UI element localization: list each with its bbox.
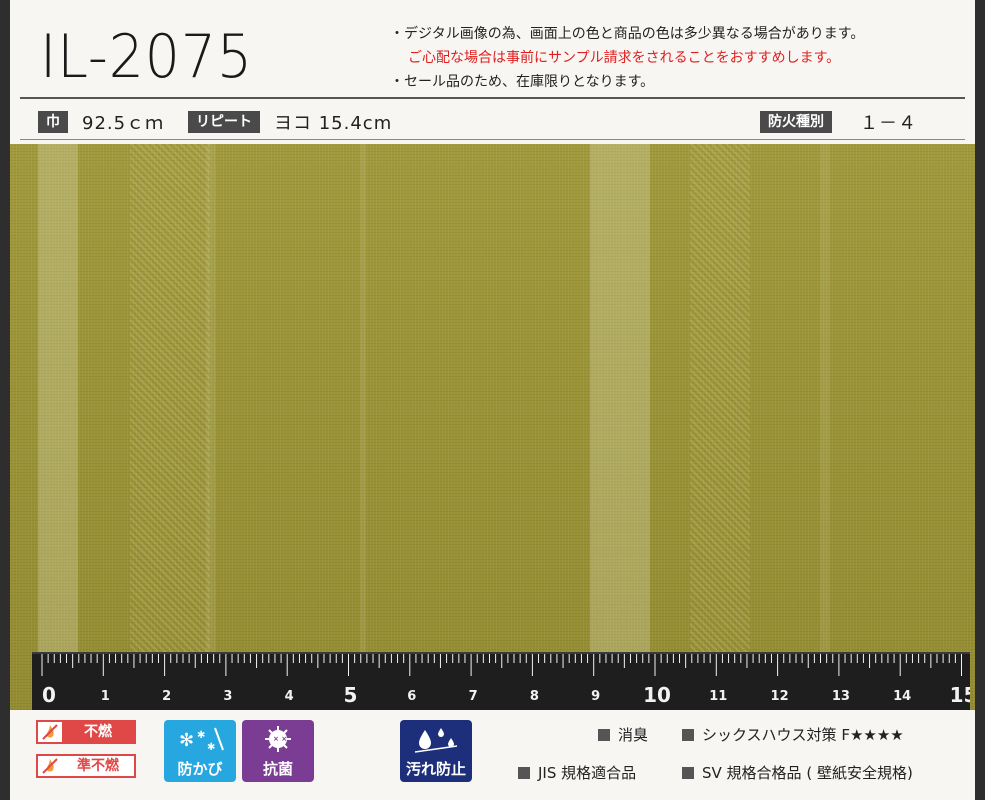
mold-icon: ✻ ✱ ✱ (164, 720, 236, 758)
product-card: IL-2075 ・デジタル画像の為、画面上の色と商品の色は多少異なる場合がありま… (0, 0, 985, 800)
feature-deodorize: 消臭 (598, 724, 648, 745)
repeat-label: リピート (188, 111, 260, 133)
badge-antibacterial-label: 抗菌 (262, 760, 293, 778)
measurement-ruler: 0123456789101112131415 (32, 652, 970, 710)
ruler-graphic: 0123456789101112131415 (41, 654, 970, 707)
feature-sv: SV 規格合格品 ( 壁紙安全規格) (682, 762, 913, 783)
badge-nonflammable-label: 不燃 (62, 722, 134, 742)
product-code: IL-2075 (40, 22, 253, 92)
feature-sickhouse: シックスハウス対策 F★★★★ (682, 724, 904, 745)
feature-jis: JIS 規格適合品 (518, 762, 636, 783)
badge-mold-resistant: ✻ ✱ ✱ 防かび (164, 720, 236, 782)
note-sample-request: ご心配な場合は事前にサンプル請求をされることをおすすめします。 (408, 50, 841, 66)
flame-icon (38, 756, 62, 776)
header-divider (20, 97, 965, 99)
badge-stain-resistant-label: 汚れ防止 (405, 760, 466, 778)
ruler-number: 6 (407, 689, 416, 704)
svg-text:✱: ✱ (207, 742, 215, 753)
swatch-stripe (820, 144, 830, 710)
ruler-number: 0 (42, 683, 56, 707)
svg-text:✱: ✱ (197, 730, 205, 741)
spec-divider (20, 139, 965, 140)
footer: 不燃 準不燃 ✻ ✱ ✱ 防かび × × 抗菌 汚れ防止 消臭 シックスハウス対… (10, 710, 975, 800)
swatch-stripe (206, 144, 216, 710)
badge-semi-nonflammable-label: 準不燃 (62, 756, 134, 776)
ruler-number: 15 (950, 683, 970, 707)
spec-repeat: リピート ヨコ 15.4cm (188, 110, 392, 134)
ruler-number: 5 (344, 683, 358, 707)
swatch-stripe (590, 144, 650, 710)
ruler-number: 8 (530, 689, 539, 704)
fire-class-value: １－４ (860, 113, 917, 134)
swatch-stripe (360, 144, 366, 710)
ruler-number: 14 (893, 689, 911, 704)
ruler-number: 11 (709, 689, 727, 704)
ruler-number: 10 (643, 683, 671, 707)
feature-sv-label: SV 規格合格品 ( 壁紙安全規格) (702, 764, 913, 782)
bullet-square-icon (682, 766, 694, 779)
badge-mold-resistant-label: 防かび (177, 760, 223, 778)
feature-deodorize-label: 消臭 (618, 726, 649, 744)
fire-class-label: 防火種別 (760, 111, 832, 133)
spec-width: 巾 92.5ｃｍ (38, 110, 164, 134)
badge-nonflammable: 不燃 (36, 720, 136, 744)
swatch-stripe (690, 144, 750, 710)
swatch-stripe (130, 144, 210, 710)
ruler-number: 7 (469, 689, 478, 704)
ruler-number: 3 (223, 689, 232, 704)
ruler-number: 13 (832, 689, 850, 704)
fabric-swatch (10, 144, 975, 710)
ruler-number: 4 (285, 689, 294, 704)
feature-sickhouse-label: シックスハウス対策 F★★★★ (702, 726, 904, 744)
badge-stain-resistant: 汚れ防止 (400, 720, 472, 782)
bullet-square-icon (682, 728, 694, 741)
swatch-stripe (38, 144, 78, 710)
svg-text:× ×: × × (273, 735, 287, 743)
note-stock-limited: ・セール品のため、在庫限りとなります。 (390, 74, 655, 90)
germ-icon: × × (242, 720, 314, 758)
bullet-square-icon (598, 728, 610, 741)
ruler-number: 2 (162, 689, 171, 704)
feature-jis-label: JIS 規格適合品 (538, 764, 637, 782)
width-value: 92.5ｃｍ (82, 113, 165, 134)
bullet-square-icon (518, 766, 530, 779)
water-drop-icon (400, 720, 472, 758)
notes: ・デジタル画像の為、画面上の色と商品の色は多少異なる場合があります。 ご心配な場… (390, 22, 864, 94)
flame-prohibited-icon (38, 722, 62, 742)
ruler-number: 12 (771, 689, 789, 704)
svg-text:✻: ✻ (179, 730, 194, 751)
ruler-number: 1 (101, 689, 110, 704)
repeat-value: ヨコ 15.4cm (274, 113, 393, 134)
badge-antibacterial: × × 抗菌 (242, 720, 314, 782)
ruler-number: 9 (591, 689, 600, 704)
badge-semi-nonflammable: 準不燃 (36, 754, 136, 778)
note-color-difference: ・デジタル画像の為、画面上の色と商品の色は多少異なる場合があります。 (390, 26, 865, 42)
spec-fire-class: 防火種別 １－４ (760, 110, 917, 134)
width-label: 巾 (38, 111, 68, 133)
